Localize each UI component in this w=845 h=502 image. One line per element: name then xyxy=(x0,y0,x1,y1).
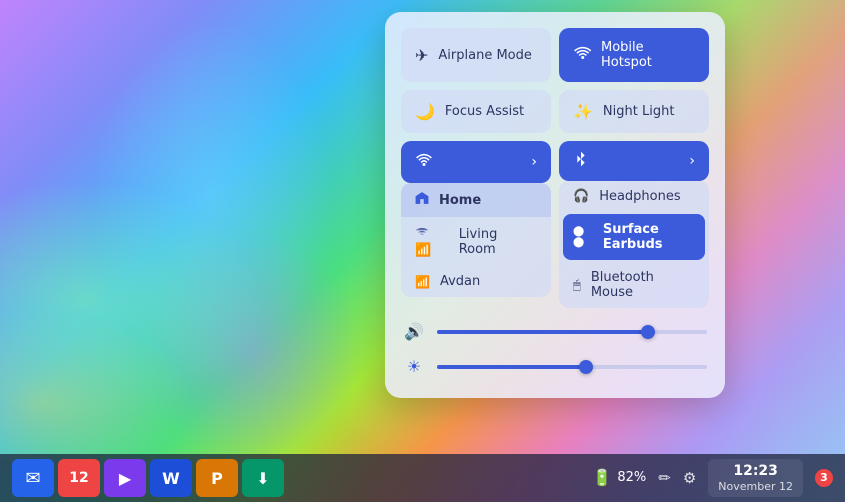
wifi-network-living-room[interactable]: 📶 Living Room xyxy=(401,217,551,266)
bluetooth-mouse-label: Bluetooth Mouse xyxy=(591,270,695,300)
focus-assist-icon: 🌙 xyxy=(415,102,435,121)
volume-thumb[interactable] xyxy=(641,325,655,339)
taskbar-app-word[interactable]: W xyxy=(150,459,192,497)
settings-button[interactable]: ⚙ xyxy=(683,469,696,487)
wifi-network-avdan-label: Avdan xyxy=(440,274,480,289)
wifi-living-room-icon: 📶 xyxy=(415,225,449,258)
taskbar-app-video[interactable]: ▶ xyxy=(104,459,146,497)
brightness-icon: ☀ xyxy=(403,357,425,376)
mobile-hotspot-tile[interactable]: Mobile Hotspot xyxy=(559,28,709,82)
airplane-mode-icon: ✈ xyxy=(415,46,428,65)
focus-assist-label: Focus Assist xyxy=(445,104,524,119)
wifi-icon xyxy=(415,151,433,173)
wifi-network-living-room-label: Living Room xyxy=(459,227,537,257)
night-light-icon: ✨ xyxy=(573,102,593,121)
taskbar-right: 🔋 82% ✏ ⚙ 12:23 November 12 3 xyxy=(592,459,833,497)
wifi-network-list: Home 📶 Living Room 📶 Avdan xyxy=(401,183,551,297)
network-bluetooth-row: › Home 📶 xyxy=(401,141,709,308)
taskbar: ✉ 12 ▶ W P ⬇ 🔋 82% ✏ ⚙ 12:23 November 12… xyxy=(0,454,845,502)
night-light-label: Night Light xyxy=(603,104,675,119)
bluetooth-device-surface-earbuds[interactable]: ⬤ ⬤ Surface Earbuds xyxy=(563,214,705,260)
wifi-header[interactable]: › xyxy=(401,141,551,183)
bluetooth-chevron: › xyxy=(689,153,695,169)
battery-indicator: 🔋 82% xyxy=(592,468,646,487)
focus-assist-tile[interactable]: 🌙 Focus Assist xyxy=(401,90,551,133)
volume-icon: 🔊 xyxy=(403,322,425,341)
brightness-track[interactable] xyxy=(437,365,707,369)
airplane-mode-label: Airplane Mode xyxy=(438,48,531,63)
wifi-home-icon xyxy=(415,191,429,209)
volume-fill xyxy=(437,330,648,334)
bluetooth-icon xyxy=(573,151,589,171)
surface-earbuds-label: Surface Earbuds xyxy=(603,222,695,252)
notification-badge[interactable]: 3 xyxy=(815,469,833,487)
volume-track[interactable] xyxy=(437,330,707,334)
edit-button[interactable]: ✏ xyxy=(658,469,671,487)
wifi-chevron: › xyxy=(531,154,537,170)
quick-settings-panel: ✈ Airplane Mode Mobile Hotspot 🌙 Focus A… xyxy=(385,12,725,398)
brightness-fill xyxy=(437,365,586,369)
airplane-mode-tile[interactable]: ✈ Airplane Mode xyxy=(401,28,551,82)
gear-icon: ⚙ xyxy=(683,469,696,487)
wifi-section: › Home 📶 xyxy=(401,141,551,308)
mobile-hotspot-label: Mobile Hotspot xyxy=(601,40,695,70)
volume-slider-row: 🔊 xyxy=(401,316,709,347)
headphones-icon: 🎧 xyxy=(573,189,589,204)
system-clock[interactable]: 12:23 November 12 xyxy=(708,459,803,497)
surface-earbuds-icon: ⬤ ⬤ xyxy=(573,226,593,248)
bluetooth-header[interactable]: › xyxy=(559,141,709,181)
wifi-network-home[interactable]: Home xyxy=(401,183,551,217)
taskbar-app-mail[interactable]: ✉ xyxy=(12,459,54,497)
bluetooth-section: › 🎧 Headphones ⬤ ⬤ Surface Earbuds 🖱 Blu… xyxy=(559,141,709,308)
night-light-tile[interactable]: ✨ Night Light xyxy=(559,90,709,133)
pencil-icon: ✏ xyxy=(658,469,671,487)
brightness-slider-row: ☀ xyxy=(401,351,709,382)
wifi-network-avdan[interactable]: 📶 Avdan xyxy=(401,266,551,297)
taskbar-app-powerpoint[interactable]: P xyxy=(196,459,238,497)
clock-time: 12:23 xyxy=(718,463,793,480)
headphones-label: Headphones xyxy=(599,189,680,204)
wifi-avdan-icon: 📶 xyxy=(415,275,430,289)
battery-icon: 🔋 xyxy=(592,468,612,487)
clock-date: November 12 xyxy=(718,480,793,493)
wifi-network-home-label: Home xyxy=(439,193,481,208)
brightness-thumb[interactable] xyxy=(579,360,593,374)
mobile-hotspot-icon xyxy=(573,44,591,66)
bluetooth-mouse-icon: 🖱 xyxy=(573,278,581,293)
quick-tiles-grid: ✈ Airplane Mode Mobile Hotspot 🌙 Focus A… xyxy=(401,28,709,133)
bluetooth-device-list: 🎧 Headphones ⬤ ⬤ Surface Earbuds 🖱 Bluet… xyxy=(559,181,709,308)
battery-percent: 82% xyxy=(617,470,646,485)
bluetooth-device-mouse[interactable]: 🖱 Bluetooth Mouse xyxy=(559,262,709,308)
taskbar-app-calendar[interactable]: 12 xyxy=(58,459,100,497)
taskbar-app-downloader[interactable]: ⬇ xyxy=(242,459,284,497)
bluetooth-device-headphones[interactable]: 🎧 Headphones xyxy=(559,181,709,212)
